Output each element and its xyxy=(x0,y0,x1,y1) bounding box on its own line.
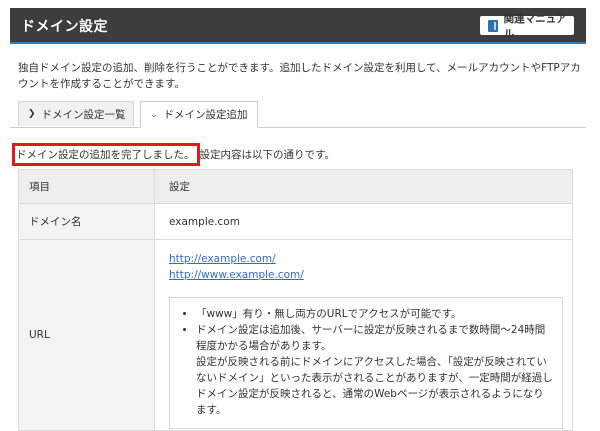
completion-message-rest: 設定内容は以下の通りです。 xyxy=(199,149,335,161)
domain-value: example.com xyxy=(154,203,573,240)
page-header: ドメイン設定 関連マニュアル xyxy=(10,8,586,44)
url-note-item: 「www」有り・無し両方のURLでアクセスが可能です。 xyxy=(196,306,554,322)
tab-domain-list-label: ドメイン設定一覧 xyxy=(41,108,126,121)
url-note-item: ドメイン設定は追加後、サーバーに設定が反映されるまで数時間〜24時間程度かかる場… xyxy=(196,322,554,418)
url-links: http://example.com/ http://www.example.c… xyxy=(169,241,571,283)
book-icon xyxy=(488,19,498,32)
tab-domain-list[interactable]: ❯ ドメイン設定一覧 xyxy=(18,101,134,126)
header-setting: 設定 xyxy=(154,169,573,204)
tab-domain-add[interactable]: ⌄ ドメイン設定追加 xyxy=(140,101,258,128)
settings-table: 項目 設定 ドメイン名 example.com URL http://examp… xyxy=(18,169,573,431)
related-manual-button[interactable]: 関連マニュアル xyxy=(480,13,574,40)
page-description: 独自ドメイン設定の追加、削除を行うことができます。追加したドメイン設定を利用して… xyxy=(18,62,581,90)
chevron-right-icon: ❯ xyxy=(28,109,36,119)
table-row-domain: ドメイン名 example.com xyxy=(18,203,573,240)
header-item: 項目 xyxy=(18,169,155,204)
completion-message: ドメイン設定の追加を完了しました。 xyxy=(12,143,200,166)
table-header-row: 項目 設定 xyxy=(18,169,573,204)
url-notes-list: 「www」有り・無し両方のURLでアクセスが可能です。 ドメイン設定は追加後、サ… xyxy=(178,306,554,418)
tab-domain-add-label: ドメイン設定追加 xyxy=(163,109,248,121)
url-notes-box: 「www」有り・無し両方のURLでアクセスが可能です。 ドメイン設定は追加後、サ… xyxy=(169,297,563,429)
completion-notice: ドメイン設定の追加を完了しました。 設定内容は以下の通りです。 xyxy=(12,143,335,166)
url-link-example[interactable]: http://example.com/ xyxy=(169,251,571,267)
url-cell: http://example.com/ http://www.example.c… xyxy=(154,239,573,431)
url-link-www-example[interactable]: http://www.example.com/ xyxy=(169,267,571,283)
domain-label: ドメイン名 xyxy=(18,203,155,240)
chevron-down-icon: ⌄ xyxy=(150,109,158,120)
page-title: ドメイン設定 xyxy=(21,19,108,35)
table-row-url: URL http://example.com/ http://www.examp… xyxy=(18,239,573,431)
related-manual-label: 関連マニュアル xyxy=(503,12,567,40)
url-label: URL xyxy=(18,239,155,431)
tab-bar: ❯ ドメイン設定一覧 ⌄ ドメイン設定追加 xyxy=(10,101,586,128)
